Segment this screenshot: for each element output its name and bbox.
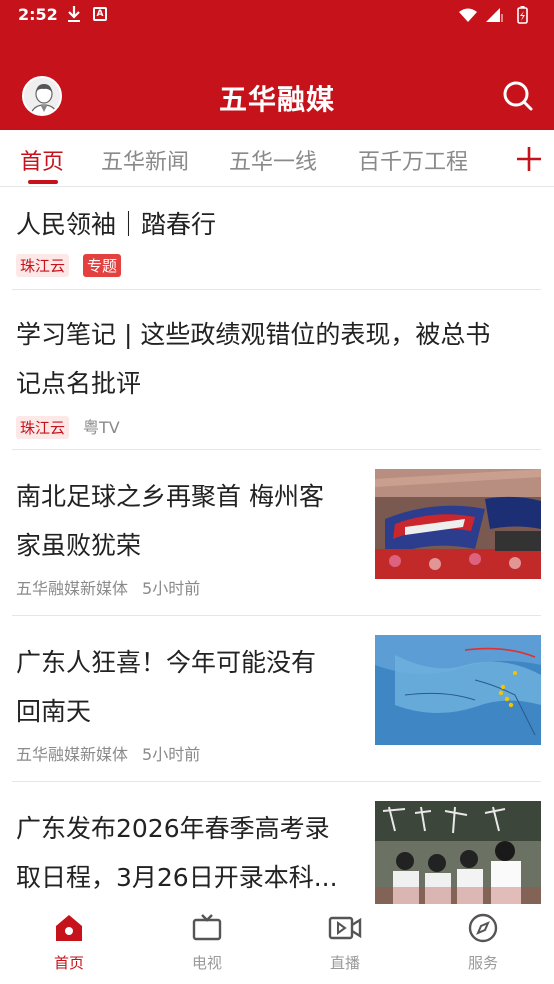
a-badge-icon: A — [93, 7, 107, 21]
plus-icon[interactable] — [514, 144, 544, 174]
list-item[interactable]: 人民领袖｜踏春行 珠江云 专题 — [12, 188, 541, 290]
tab-wuhua-frontline[interactable]: 五华一线 — [229, 144, 317, 176]
app-header: 2:52 A 五华融媒 — [0, 0, 554, 130]
status-time: 2:52 — [18, 5, 58, 24]
list-item[interactable]: 学习笔记 | 这些政绩观错位的表现，被总书 记点名批评 珠江云 粤TV — [12, 290, 541, 450]
status-bar: 2:52 A — [0, 0, 554, 30]
news-meta: 五华融媒新媒体 5小时前 — [16, 741, 214, 765]
tab-project[interactable]: 百千万工程 — [358, 144, 468, 176]
compass-icon — [468, 913, 498, 943]
nav-tv[interactable]: 电视 — [138, 912, 276, 973]
news-source: 五华融媒新媒体 — [16, 745, 129, 764]
nav-label-tv: 电视 — [191, 954, 222, 972]
video-camera-icon — [328, 916, 362, 940]
news-time: 5小时前 — [142, 579, 201, 598]
search-icon[interactable] — [500, 78, 536, 114]
news-title-line-1: 南北足球之乡再聚首 梅州客 — [16, 482, 324, 511]
nav-label-service: 服务 — [467, 954, 498, 972]
news-meta: 五华融媒新媒体 5小时前 — [16, 575, 214, 599]
news-title-line-1: 广东发布2026年春季高考录 — [16, 814, 330, 843]
news-title: 人民领袖｜踏春行 — [16, 210, 217, 239]
list-item[interactable]: 广东人狂喜！今年可能没有 回南天 五华融媒新媒体 5小时前 — [12, 616, 541, 782]
tab-home[interactable]: 首页 — [20, 144, 64, 176]
news-title-line-2: 取日程，3月26日开录本科... — [16, 863, 338, 892]
channel-tabs: 首页 五华新闻 五华一线 百千万工程 — [0, 130, 554, 187]
download-icon — [66, 5, 82, 27]
nav-label-live: 直播 — [329, 954, 360, 972]
list-item[interactable]: 南北足球之乡再聚首 梅州客 家虽败犹荣 五华融媒新媒体 5小时前 — [12, 450, 541, 616]
title-bar: 五华融媒 — [0, 60, 554, 130]
nav-service[interactable]: 服务 — [414, 912, 552, 973]
news-source: 五华融媒新媒体 — [16, 579, 129, 598]
news-feed: 人民领袖｜踏春行 珠江云 专题 学习笔记 | 这些政绩观错位的表现，被总书 记点名… — [0, 188, 554, 904]
home-icon — [56, 915, 82, 941]
news-meta: 珠江云 专题 — [16, 254, 135, 277]
news-title-line-2: 家虽败犹荣 — [16, 531, 142, 560]
nav-home[interactable]: 首页 — [0, 912, 138, 973]
news-time: 5小时前 — [142, 745, 201, 764]
tab-wuhua-news[interactable]: 五华新闻 — [101, 144, 189, 176]
news-title-line-2: 回南天 — [16, 697, 92, 726]
source-tag: 珠江云 — [16, 254, 70, 277]
topic-tag: 专题 — [83, 254, 122, 277]
news-source: 粤TV — [83, 418, 120, 437]
tv-icon — [192, 914, 222, 941]
active-tab-indicator — [28, 180, 58, 184]
list-item[interactable]: 广东发布2026年春季高考录 取日程，3月26日开录本科... — [12, 782, 541, 904]
nav-label-home: 首页 — [53, 954, 84, 972]
football-crowd-photo — [375, 469, 541, 579]
weather-map-photo — [375, 635, 541, 745]
nav-live[interactable]: 直播 — [276, 912, 414, 973]
news-meta: 珠江云 粤TV — [16, 414, 134, 439]
bottom-nav: 首页 电视 直播 服务 — [0, 904, 554, 984]
news-title-line-1: 广东人狂喜！今年可能没有 — [16, 648, 317, 677]
news-title-line-1: 学习笔记 | 这些政绩观错位的表现，被总书 — [16, 320, 491, 349]
source-tag: 珠江云 — [16, 416, 70, 439]
classroom-photo — [375, 801, 541, 904]
status-icons — [459, 6, 528, 24]
news-title-line-2: 记点名批评 — [16, 369, 142, 398]
page-title: 五华融媒 — [218, 83, 335, 116]
